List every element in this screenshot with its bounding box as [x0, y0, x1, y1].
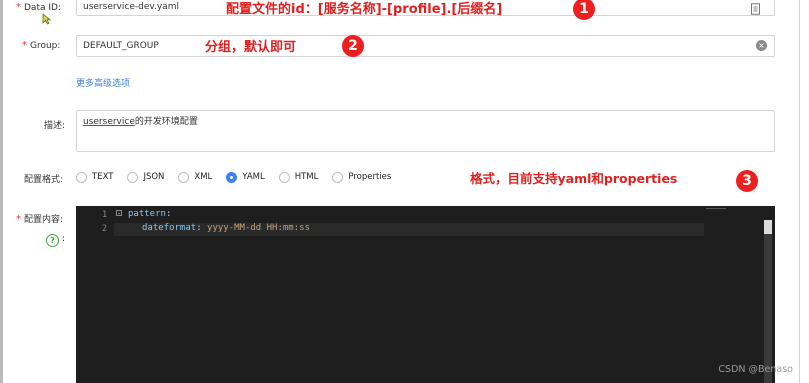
editor-scrollbar-track[interactable] [764, 220, 772, 383]
format-option-properties[interactable]: Properties [332, 171, 392, 183]
radio-dot-selected [226, 171, 238, 183]
yaml-key: pattern [128, 209, 166, 219]
annotation-badge-2: 2 [342, 35, 364, 57]
left-frame-border [0, 0, 3, 383]
format-option-yaml[interactable]: YAML [226, 171, 265, 183]
radio-dot [76, 171, 87, 183]
group-value: DEFAULT_GROUP [83, 41, 159, 51]
data-id-label: * Data ID: [16, 2, 61, 13]
data-id-annotation: 配置文件的id：[服务名称]-[profile].[后缀名] [226, 2, 503, 17]
content-label-text: 配置内容: [24, 215, 64, 225]
fold-toggle-icon[interactable] [116, 210, 122, 216]
yaml-separator: : [196, 223, 208, 233]
yaml-value: yyyy-MM-dd HH:mm:ss [207, 223, 310, 233]
group-label-text: Group: [30, 41, 61, 51]
code-line-2: dateformat: yyyy-MM-dd HH:mm:ss [142, 223, 310, 233]
clear-icon[interactable]: × [756, 40, 767, 51]
line-number: 2 [102, 224, 108, 234]
radio-dot [178, 171, 190, 183]
group-label: * Group: [22, 40, 60, 51]
mouse-cursor-icon [42, 10, 52, 29]
format-option-html[interactable]: HTML [278, 171, 319, 183]
format-option-json[interactable]: JSON [127, 171, 165, 183]
annotation-badge-3: 3 [736, 170, 758, 192]
data-id-value: userservice-dev.yaml [83, 2, 179, 12]
help-icon[interactable]: ? [46, 234, 59, 247]
line-number: 1 [102, 210, 108, 220]
radio-dot [332, 171, 344, 183]
annotation-badge-1: 1 [573, 0, 595, 20]
group-annotation: 分组，默认即可 [205, 40, 297, 55]
help-colon: : [62, 234, 66, 244]
radio-dot [278, 171, 290, 183]
format-option-label: XML [194, 172, 213, 182]
description-label: 描述: [44, 121, 66, 131]
description-textarea[interactable]: userservice的开发环境配置 [76, 110, 775, 152]
format-label: 配置格式: [24, 175, 64, 185]
group-input[interactable]: DEFAULT_GROUP [76, 35, 775, 57]
yaml-separator: : [165, 209, 172, 219]
editor-scrollbar-thumb[interactable] [764, 220, 772, 234]
code-line-1: pattern: [128, 209, 171, 219]
document-icon[interactable] [750, 0, 761, 19]
description-service-name: userservice [83, 117, 135, 127]
content-label: * 配置内容: [16, 212, 63, 225]
format-option-xml[interactable]: XML [178, 171, 213, 183]
format-option-label: Properties [348, 172, 392, 182]
format-radio-group: TEXT JSON XML YAML HTML Properties [76, 170, 405, 184]
format-option-label: HTML [294, 172, 319, 182]
required-asterisk: * [16, 214, 21, 225]
required-asterisk: * [16, 2, 21, 13]
watermark: CSDN @Benaso [718, 364, 793, 375]
required-asterisk: * [22, 40, 27, 51]
config-code-editor[interactable]: 1 2 pattern: dateformat: yyyy-MM-dd HH:m… [76, 206, 775, 383]
right-frame-border [799, 0, 800, 383]
yaml-key: dateformat [142, 223, 197, 233]
format-annotation: 格式，目前支持yaml和properties [470, 171, 678, 186]
description-text: 的开发环境配置 [134, 117, 198, 127]
format-option-label: TEXT [92, 172, 114, 182]
editor-top-line [706, 208, 726, 209]
radio-dot [127, 171, 139, 183]
format-option-label: JSON [143, 172, 165, 182]
format-option-label: YAML [242, 172, 265, 182]
more-advanced-options-link[interactable]: 更多高级选项 [76, 76, 130, 89]
format-option-text[interactable]: TEXT [76, 171, 114, 183]
